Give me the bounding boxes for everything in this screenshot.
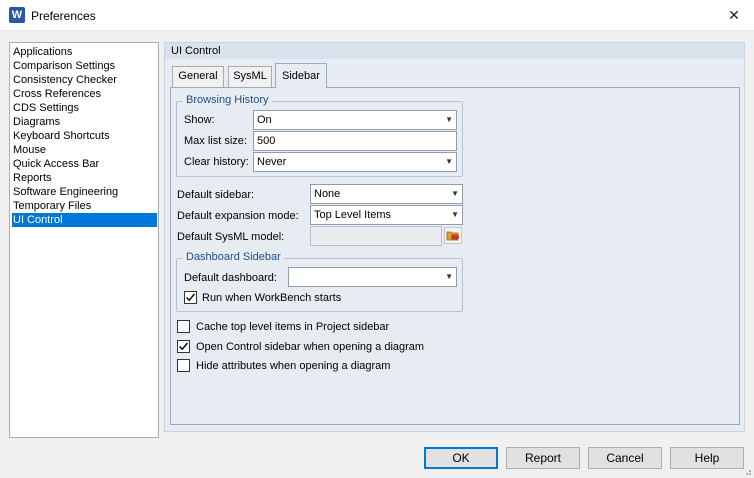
run-when-workbench-starts-label: Run when WorkBench starts <box>202 292 342 304</box>
nav-item-reports[interactable]: Reports <box>12 171 157 185</box>
nav-item-quick-access-bar[interactable]: Quick Access Bar <box>12 157 157 171</box>
chevron-down-icon: ▼ <box>451 189 459 198</box>
folder-tag-icon <box>446 231 460 241</box>
tab-sysml[interactable]: SysML <box>228 66 272 87</box>
checkmark-icon <box>179 342 189 351</box>
chevron-down-icon: ▼ <box>451 210 459 219</box>
nav-item-cross-references[interactable]: Cross References <box>12 87 157 101</box>
window-title: Preferences <box>31 9 96 23</box>
browse-model-button[interactable] <box>444 227 462 244</box>
show-value: On <box>257 114 272 126</box>
hide-attributes-label: Hide attributes when opening a diagram <box>196 360 391 372</box>
panel-title: UI Control <box>165 43 744 59</box>
show-label: Show: <box>184 114 215 126</box>
browsing-history-title: Browsing History <box>183 94 272 106</box>
nav-item-applications[interactable]: Applications <box>12 45 157 59</box>
default-sidebar-label: Default sidebar: <box>177 189 255 201</box>
ok-button[interactable]: OK <box>424 447 498 469</box>
max-list-size-value: 500 <box>257 135 276 147</box>
run-when-workbench-starts-checkbox[interactable] <box>184 291 197 304</box>
clear-history-label: Clear history: <box>184 156 249 168</box>
default-expansion-mode-value: Top Level Items <box>314 209 392 221</box>
nav-item-keyboard-shortcuts[interactable]: Keyboard Shortcuts <box>12 129 157 143</box>
max-list-size-label: Max list size: <box>184 135 247 147</box>
default-expansion-mode-select[interactable]: Top Level Items ▼ <box>310 205 463 225</box>
nav-item-cds-settings[interactable]: CDS Settings <box>12 101 157 115</box>
report-button[interactable]: Report <box>506 447 580 469</box>
cache-top-level-items-checkbox[interactable] <box>177 320 190 333</box>
title-bar: W Preferences ✕ <box>0 0 754 31</box>
checkmark-icon <box>186 293 196 302</box>
cache-top-level-items-label: Cache top level items in Project sidebar <box>196 321 390 333</box>
show-select[interactable]: On ▼ <box>253 110 457 130</box>
default-dashboard-label: Default dashboard: <box>184 272 277 284</box>
default-sysml-model-label: Default SysML model: <box>177 231 285 243</box>
open-control-sidebar-checkbox[interactable] <box>177 340 190 353</box>
close-icon[interactable]: ✕ <box>714 0 754 31</box>
app-icon: W <box>9 7 25 23</box>
chevron-down-icon: ▼ <box>445 272 453 281</box>
clear-history-select[interactable]: Never ▼ <box>253 152 457 172</box>
resize-grip-icon[interactable] <box>742 466 752 476</box>
nav-item-software-engineering[interactable]: Software Engineering <box>12 185 157 199</box>
nav-item-consistency-checker[interactable]: Consistency Checker <box>12 73 157 87</box>
clear-history-value: Never <box>257 156 287 168</box>
nav-item-mouse[interactable]: Mouse <box>12 143 157 157</box>
nav-item-diagrams[interactable]: Diagrams <box>12 115 157 129</box>
default-expansion-mode-label: Default expansion mode: <box>177 210 299 222</box>
tab-general[interactable]: General <box>172 66 224 87</box>
chevron-down-icon: ▼ <box>445 157 453 166</box>
nav-item-comparison-settings[interactable]: Comparison Settings <box>12 59 157 73</box>
open-control-sidebar-label: Open Control sidebar when opening a diag… <box>196 341 425 353</box>
cancel-button[interactable]: Cancel <box>588 447 662 469</box>
default-sysml-model-input <box>310 226 442 246</box>
default-dashboard-select[interactable]: ▼ <box>288 267 457 287</box>
default-sidebar-value: None <box>314 188 341 200</box>
hide-attributes-checkbox[interactable] <box>177 359 190 372</box>
max-list-size-input[interactable]: 500 <box>253 131 457 151</box>
chevron-down-icon: ▼ <box>445 115 453 124</box>
nav-item-temporary-files[interactable]: Temporary Files <box>12 199 157 213</box>
default-sidebar-select[interactable]: None ▼ <box>310 184 463 204</box>
dashboard-sidebar-title: Dashboard Sidebar <box>183 251 284 263</box>
preferences-category-list[interactable]: Applications Comparison Settings Consist… <box>9 42 159 438</box>
help-button[interactable]: Help <box>670 447 744 469</box>
tab-sidebar[interactable]: Sidebar <box>275 63 327 88</box>
nav-item-ui-control[interactable]: UI Control <box>12 213 157 227</box>
